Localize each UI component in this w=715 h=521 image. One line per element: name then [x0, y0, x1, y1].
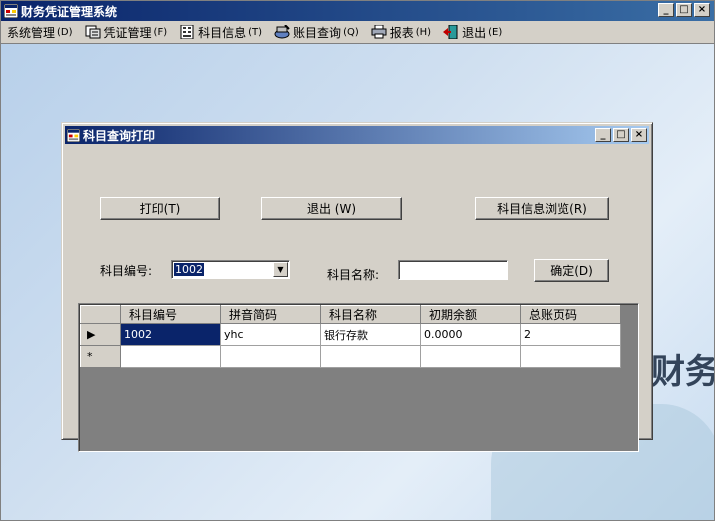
- account-name-label: 科目名称:: [327, 268, 380, 282]
- grid-cell[interactable]: [420, 345, 521, 368]
- app-window-icon: [67, 128, 80, 142]
- child-close-button[interactable]: ×: [631, 128, 647, 142]
- new-row-indicator[interactable]: *: [80, 345, 121, 368]
- child-maximize-button[interactable]: □: [613, 128, 629, 142]
- menu-report[interactable]: 报表 (H): [365, 22, 437, 42]
- menu-hotkey: (T): [248, 26, 263, 38]
- child-window-controls: _ □ ×: [595, 128, 647, 142]
- column-header[interactable]: 拼音简码: [220, 305, 321, 324]
- menu-bar: 系统管理 (D) 凭证管理 (F) 科目信息 (T) 账目查询 (Q) 报表 (…: [1, 21, 714, 43]
- background-watermark: 财务凭: [651, 352, 714, 392]
- menu-label: 凭证管理: [103, 25, 152, 40]
- window-controls: _ □ ×: [658, 3, 710, 17]
- grid-cell[interactable]: [220, 345, 321, 368]
- current-row-indicator[interactable]: ▶: [80, 323, 121, 346]
- menu-hotkey: (H): [415, 26, 432, 38]
- column-header[interactable]: 初期余额: [420, 305, 521, 324]
- grid-cell[interactable]: 1002: [120, 323, 221, 346]
- combo-selected-value: 1002: [174, 263, 204, 276]
- grid-cell[interactable]: [120, 345, 221, 368]
- menu-label: 系统管理: [7, 25, 56, 40]
- main-title-bar[interactable]: 财务凭证管理系统 _ □ ×: [1, 1, 714, 21]
- grid-cell[interactable]: [520, 345, 621, 368]
- menu-hotkey: (Q): [343, 26, 359, 38]
- mdi-workspace: 财务凭 科目查询打印 _ □ × 打印(T) 退出 (W) 科目: [1, 43, 714, 520]
- grid-cell[interactable]: [320, 345, 421, 368]
- child-minimize-button[interactable]: _: [595, 128, 611, 142]
- print-button[interactable]: 打印(T): [100, 197, 220, 220]
- account-data-grid[interactable]: 科目编号 拼音简码 科目名称 初期余额 总账页码 ▶ 1002 yhc 银行存款…: [78, 303, 639, 452]
- grid-cell[interactable]: yhc: [220, 323, 321, 346]
- printer-icon: [371, 25, 387, 39]
- table-row[interactable]: ▶ 1002 yhc 银行存款 0.0000 2: [80, 323, 621, 346]
- menu-system-management[interactable]: 系统管理 (D): [1, 22, 79, 42]
- grid-cell[interactable]: 银行存款: [320, 323, 421, 346]
- menu-hotkey: (D): [57, 26, 73, 38]
- voucher-icon: [85, 25, 101, 39]
- confirm-button[interactable]: 确定(D): [534, 259, 609, 282]
- main-window: 财务凭证管理系统 _ □ × 系统管理 (D) 凭证管理 (F) 科目信息 (T…: [0, 0, 715, 521]
- menu-account-query[interactable]: 账目查询 (Q): [268, 22, 365, 42]
- grid-corner-cell: [80, 305, 121, 324]
- menu-hotkey: (F): [153, 26, 168, 38]
- minimize-button[interactable]: _: [658, 3, 674, 17]
- grid-table: 科目编号 拼音简码 科目名称 初期余额 总账页码 ▶ 1002 yhc 银行存款…: [80, 305, 621, 368]
- dropdown-arrow-icon[interactable]: ▼: [273, 262, 288, 277]
- new-row[interactable]: *: [80, 345, 621, 368]
- query-icon: [274, 25, 290, 39]
- column-header[interactable]: 总账页码: [520, 305, 621, 324]
- menu-exit[interactable]: 退出 (E): [437, 22, 508, 42]
- child-title-bar[interactable]: 科目查询打印 _ □ ×: [65, 126, 649, 144]
- menu-label: 科目信息: [198, 25, 247, 40]
- account-code-label: 科目编号:: [100, 264, 153, 278]
- menu-label: 账目查询: [293, 25, 342, 40]
- browse-account-info-button[interactable]: 科目信息浏览(R): [475, 197, 609, 220]
- account-info-icon: [180, 25, 194, 39]
- account-code-combo[interactable]: 1002 ▼: [171, 260, 290, 279]
- window-title: 财务凭证管理系统: [21, 4, 118, 19]
- maximize-button[interactable]: □: [676, 3, 692, 17]
- menu-voucher-management[interactable]: 凭证管理 (F): [79, 22, 174, 42]
- grid-header-row: 科目编号 拼音简码 科目名称 初期余额 总账页码: [80, 305, 621, 324]
- exit-door-icon: [443, 25, 458, 39]
- child-window-title: 科目查询打印: [83, 128, 156, 143]
- column-header[interactable]: 科目编号: [120, 305, 221, 324]
- grid-cell[interactable]: 0.0000: [420, 323, 521, 346]
- account-query-print-window: 科目查询打印 _ □ × 打印(T) 退出 (W) 科目信息浏览(R) 科目编号…: [61, 122, 653, 452]
- grid-cell[interactable]: 2: [520, 323, 621, 346]
- menu-label: 退出: [462, 25, 487, 40]
- app-window-icon: [4, 4, 18, 18]
- account-name-input[interactable]: [398, 260, 508, 280]
- menu-account-info[interactable]: 科目信息 (T): [173, 22, 268, 42]
- exit-button[interactable]: 退出 (W): [261, 197, 402, 220]
- close-button[interactable]: ×: [694, 3, 710, 17]
- menu-label: 报表: [389, 25, 414, 40]
- column-header[interactable]: 科目名称: [320, 305, 421, 324]
- menu-hotkey: (E): [488, 26, 503, 38]
